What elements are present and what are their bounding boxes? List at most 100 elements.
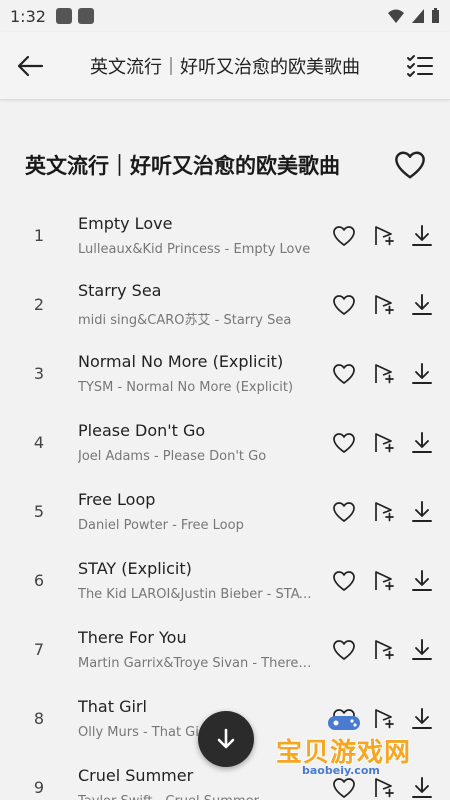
status-bar: 1:32 [0, 0, 450, 32]
song-index: 7 [33, 640, 45, 659]
song-subtitle: The Kid LAROI&Justin Bieber - STAY (Expl… [78, 587, 312, 602]
watermark-logo: 宝贝游戏网 baobeiy.com [272, 712, 432, 782]
heart-icon [332, 225, 355, 246]
song-title: Normal No More (Explicit) [78, 352, 284, 371]
add-to-playlist-button[interactable] [366, 564, 399, 597]
notification-icons [55, 8, 94, 24]
song-row[interactable]: 5 Free Loop Daniel Powter - Free Loop [0, 477, 450, 546]
add-to-playlist-icon [374, 570, 394, 590]
add-to-playlist-button[interactable] [366, 633, 399, 666]
song-actions [327, 288, 450, 321]
download-icon [411, 224, 432, 246]
song-index: 3 [33, 364, 45, 383]
song-title: Starry Sea [78, 281, 162, 300]
arrow-left-icon [17, 55, 44, 76]
song-title: Please Don't Go [78, 421, 206, 440]
song-actions [327, 564, 450, 597]
song-subtitle: Martin Garrix&Troye Sivan - There For Yo… [78, 656, 312, 671]
page-title: 英文流行｜好听又治愈的欧美歌曲 [90, 56, 360, 78]
multi-select-button[interactable] [392, 38, 448, 94]
download-icon [411, 431, 432, 453]
back-button[interactable] [2, 38, 58, 94]
song-index: 9 [33, 778, 45, 797]
gamepad-icon [328, 716, 360, 730]
song-subtitle: Joel Adams - Please Don't Go [78, 449, 267, 464]
add-to-playlist-icon [374, 225, 394, 245]
add-to-playlist-button[interactable] [366, 288, 399, 321]
status-right [387, 8, 440, 24]
wifi-icon [388, 9, 404, 23]
playlist-header: 英文流行｜好听又治愈的欧美歌曲 [0, 130, 450, 200]
download-icon [411, 293, 432, 315]
song-subtitle: TYSM - Normal No More (Explicit) [78, 380, 294, 395]
checklist-icon [407, 54, 433, 77]
playlist-title: 英文流行｜好听又治愈的欧美歌曲 [25, 154, 340, 178]
song-subtitle: midi sing&CARO苏艾 - Starry Sea [78, 313, 292, 328]
like-song-button[interactable] [327, 564, 360, 597]
download-button[interactable] [405, 288, 438, 321]
download-button[interactable] [405, 219, 438, 252]
signal-icon [412, 9, 424, 23]
notification-icon [77, 8, 94, 24]
add-to-playlist-icon [374, 432, 394, 452]
scroll-down-button[interactable] [198, 711, 254, 767]
add-to-playlist-icon [374, 363, 394, 383]
like-song-button[interactable] [327, 357, 360, 390]
song-title: There For You [78, 628, 187, 647]
song-subtitle: Lulleaux&Kid Princess - Empty Love [78, 242, 311, 257]
song-info: STAY (Explicit) The Kid LAROI&Justin Bieb… [78, 559, 327, 602]
song-actions [327, 219, 450, 252]
song-actions [327, 633, 450, 666]
download-icon [411, 638, 432, 660]
battery-icon [432, 8, 439, 23]
song-title: Free Loop [78, 490, 156, 509]
add-to-playlist-button[interactable] [366, 357, 399, 390]
notification-icon [55, 8, 72, 24]
like-song-button[interactable] [327, 633, 360, 666]
download-icon [411, 500, 432, 522]
song-title: Empty Love [78, 214, 173, 233]
song-actions [327, 495, 450, 528]
song-row[interactable]: 2 Starry Sea midi sing&CARO苏艾 - Starry Sea [0, 270, 450, 339]
song-index: 5 [33, 502, 45, 521]
status-time: 1:32 [10, 6, 46, 26]
song-row[interactable]: 7 There For You Martin Garrix&Troye Sivan … [0, 615, 450, 684]
heart-icon [332, 432, 355, 453]
add-to-playlist-icon [374, 639, 394, 659]
song-index: 6 [33, 571, 45, 590]
download-button[interactable] [405, 357, 438, 390]
download-button[interactable] [405, 495, 438, 528]
song-info: Free Loop Daniel Powter - Free Loop [78, 490, 327, 533]
like-song-button[interactable] [327, 219, 360, 252]
song-row[interactable]: 1 Empty Love Lulleaux&Kid Princess - Empty… [0, 201, 450, 270]
add-to-playlist-button[interactable] [366, 495, 399, 528]
like-song-button[interactable] [327, 288, 360, 321]
song-row[interactable]: 3 Normal No More (Explicit) TYSM - Normal … [0, 339, 450, 408]
heart-icon [395, 151, 425, 179]
song-index: 2 [33, 295, 45, 314]
song-actions [327, 357, 450, 390]
song-info: Starry Sea midi sing&CARO苏艾 - Starry Sea [78, 281, 327, 328]
watermark-url: baobeiy.com [302, 764, 380, 777]
song-title: STAY (Explicit) [78, 559, 192, 578]
add-to-playlist-button[interactable] [366, 219, 399, 252]
song-subtitle: Daniel Powter - Free Loop [78, 518, 244, 533]
add-to-playlist-button[interactable] [366, 426, 399, 459]
heart-icon [332, 294, 355, 315]
download-button[interactable] [405, 564, 438, 597]
arrow-down-icon [217, 728, 235, 749]
song-row[interactable]: 6 STAY (Explicit) The Kid LAROI&Justin Bie… [0, 546, 450, 615]
song-subtitle: Taylor Swift - Cruel Summer [78, 794, 312, 800]
download-button[interactable] [405, 633, 438, 666]
song-info: Empty Love Lulleaux&Kid Princess - Empty … [78, 214, 327, 257]
song-row[interactable]: 4 Please Don't Go Joel Adams - Please Don'… [0, 408, 450, 477]
download-button[interactable] [405, 426, 438, 459]
heart-icon [332, 501, 355, 522]
song-index: 8 [33, 709, 45, 728]
like-song-button[interactable] [327, 426, 360, 459]
add-to-playlist-icon [374, 501, 394, 521]
favorite-playlist-button[interactable] [390, 145, 430, 185]
download-icon [411, 569, 432, 591]
like-song-button[interactable] [327, 495, 360, 528]
song-index: 1 [33, 226, 45, 245]
